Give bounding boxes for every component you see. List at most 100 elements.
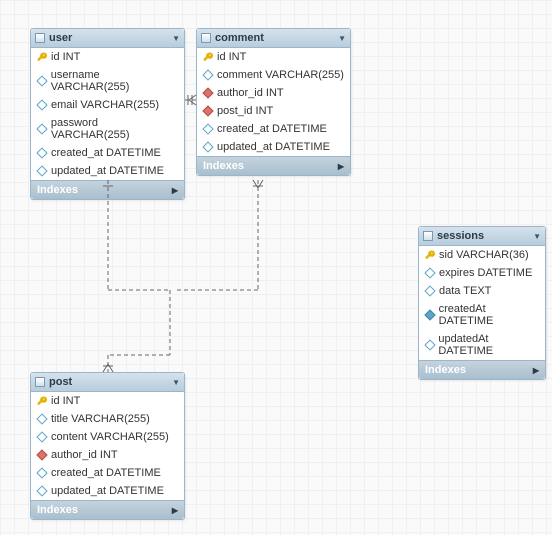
column-icon <box>37 100 47 110</box>
column-label: title VARCHAR(255) <box>51 413 150 425</box>
column-row[interactable]: post_id INT <box>197 102 350 120</box>
indexes-label: Indexes <box>425 364 466 376</box>
indexes-section[interactable]: Indexes ▶ <box>31 500 184 519</box>
column-row[interactable]: updatedAt DATETIME <box>419 330 545 360</box>
table-icon <box>35 33 45 43</box>
column-label: updatedAt DATETIME <box>438 333 539 357</box>
table-icon <box>423 231 433 241</box>
foreign-key-icon <box>203 88 213 98</box>
indexes-section[interactable]: Indexes ▶ <box>31 180 184 199</box>
collapse-arrow-icon[interactable]: ▼ <box>172 378 180 387</box>
column-icon <box>203 142 213 152</box>
column-icon <box>37 486 47 496</box>
table-sessions[interactable]: sessions ▼ sid VARCHAR(36) expires DATETI… <box>418 226 546 380</box>
column-row[interactable]: createdAt DATETIME <box>419 300 545 330</box>
column-icon <box>37 148 47 158</box>
column-label: comment VARCHAR(255) <box>217 69 344 81</box>
column-label: id INT <box>51 51 80 63</box>
column-icon <box>37 166 47 176</box>
table-icon <box>35 377 45 387</box>
table-header-sessions[interactable]: sessions ▼ <box>419 227 545 246</box>
column-row[interactable]: username VARCHAR(255) <box>31 66 184 96</box>
column-row[interactable]: updated_at DATETIME <box>197 138 350 156</box>
indexes-section[interactable]: Indexes ▶ <box>197 156 350 175</box>
table-header-comment[interactable]: comment ▼ <box>197 29 350 48</box>
column-row[interactable]: created_at DATETIME <box>31 464 184 482</box>
table-user[interactable]: user ▼ id INT username VARCHAR(255) email … <box>30 28 185 200</box>
column-row[interactable]: expires DATETIME <box>419 264 545 282</box>
column-label: username VARCHAR(255) <box>51 69 178 93</box>
indexes-label: Indexes <box>37 504 78 516</box>
column-row[interactable]: updated_at DATETIME <box>31 482 184 500</box>
column-row[interactable]: created_at DATETIME <box>31 144 184 162</box>
column-icon <box>37 432 47 442</box>
column-row[interactable]: updated_at DATETIME <box>31 162 184 180</box>
indexes-section[interactable]: Indexes ▶ <box>419 360 545 379</box>
column-row[interactable]: sid VARCHAR(36) <box>419 246 545 264</box>
column-label: id INT <box>217 51 246 63</box>
table-title: comment <box>215 32 334 44</box>
column-label: createdAt DATETIME <box>439 303 539 327</box>
column-row[interactable]: created_at DATETIME <box>197 120 350 138</box>
column-row[interactable]: id INT <box>31 48 184 66</box>
column-icon <box>37 468 47 478</box>
column-label: updated_at DATETIME <box>51 485 164 497</box>
column-icon <box>425 286 435 296</box>
table-icon <box>201 33 211 43</box>
column-label: sid VARCHAR(36) <box>439 249 529 261</box>
expand-arrow-icon: ▶ <box>172 506 178 515</box>
column-label: created_at DATETIME <box>51 147 161 159</box>
column-row[interactable]: content VARCHAR(255) <box>31 428 184 446</box>
expand-arrow-icon: ▶ <box>533 366 539 375</box>
table-comment-columns: id INT comment VARCHAR(255) author_id INT p… <box>197 48 350 156</box>
collapse-arrow-icon[interactable]: ▼ <box>338 34 346 43</box>
foreign-key-icon <box>37 450 47 460</box>
column-label: post_id INT <box>217 105 273 117</box>
column-label: updated_at DATETIME <box>51 165 164 177</box>
table-title: sessions <box>437 230 529 242</box>
table-header-user[interactable]: user ▼ <box>31 29 184 48</box>
column-row[interactable]: id INT <box>31 392 184 410</box>
column-row[interactable]: data TEXT <box>419 282 545 300</box>
foreign-key-icon <box>203 106 213 116</box>
column-label: created_at DATETIME <box>51 467 161 479</box>
column-row[interactable]: id INT <box>197 48 350 66</box>
column-icon <box>37 414 47 424</box>
column-icon <box>37 124 47 134</box>
column-icon <box>425 268 435 278</box>
column-icon <box>203 124 213 134</box>
column-row[interactable]: password VARCHAR(255) <box>31 114 184 144</box>
table-title: user <box>49 32 168 44</box>
column-label: updated_at DATETIME <box>217 141 330 153</box>
table-comment[interactable]: comment ▼ id INT comment VARCHAR(255) auth… <box>196 28 351 176</box>
indexes-label: Indexes <box>37 184 78 196</box>
column-icon <box>203 70 213 80</box>
table-header-post[interactable]: post ▼ <box>31 373 184 392</box>
table-post-columns: id INT title VARCHAR(255) content VARCHAR(… <box>31 392 184 500</box>
column-label: password VARCHAR(255) <box>51 117 178 141</box>
column-row[interactable]: author_id INT <box>31 446 184 464</box>
primary-key-icon <box>37 52 47 62</box>
primary-key-icon <box>37 396 47 406</box>
primary-key-icon <box>203 52 213 62</box>
indexes-label: Indexes <box>203 160 244 172</box>
table-sessions-columns: sid VARCHAR(36) expires DATETIME data TEXT… <box>419 246 545 360</box>
expand-arrow-icon: ▶ <box>338 162 344 171</box>
column-row[interactable]: author_id INT <box>197 84 350 102</box>
column-icon <box>425 310 435 320</box>
table-user-columns: id INT username VARCHAR(255) email VARCHAR… <box>31 48 184 180</box>
column-row[interactable]: email VARCHAR(255) <box>31 96 184 114</box>
column-label: content VARCHAR(255) <box>51 431 169 443</box>
table-post[interactable]: post ▼ id INT title VARCHAR(255) content V… <box>30 372 185 520</box>
column-label: expires DATETIME <box>439 267 532 279</box>
collapse-arrow-icon[interactable]: ▼ <box>533 232 541 241</box>
column-label: created_at DATETIME <box>217 123 327 135</box>
column-row[interactable]: comment VARCHAR(255) <box>197 66 350 84</box>
column-label: id INT <box>51 395 80 407</box>
column-icon <box>425 340 434 350</box>
collapse-arrow-icon[interactable]: ▼ <box>172 34 180 43</box>
column-label: data TEXT <box>439 285 491 297</box>
expand-arrow-icon: ▶ <box>172 186 178 195</box>
column-row[interactable]: title VARCHAR(255) <box>31 410 184 428</box>
column-label: email VARCHAR(255) <box>51 99 159 111</box>
